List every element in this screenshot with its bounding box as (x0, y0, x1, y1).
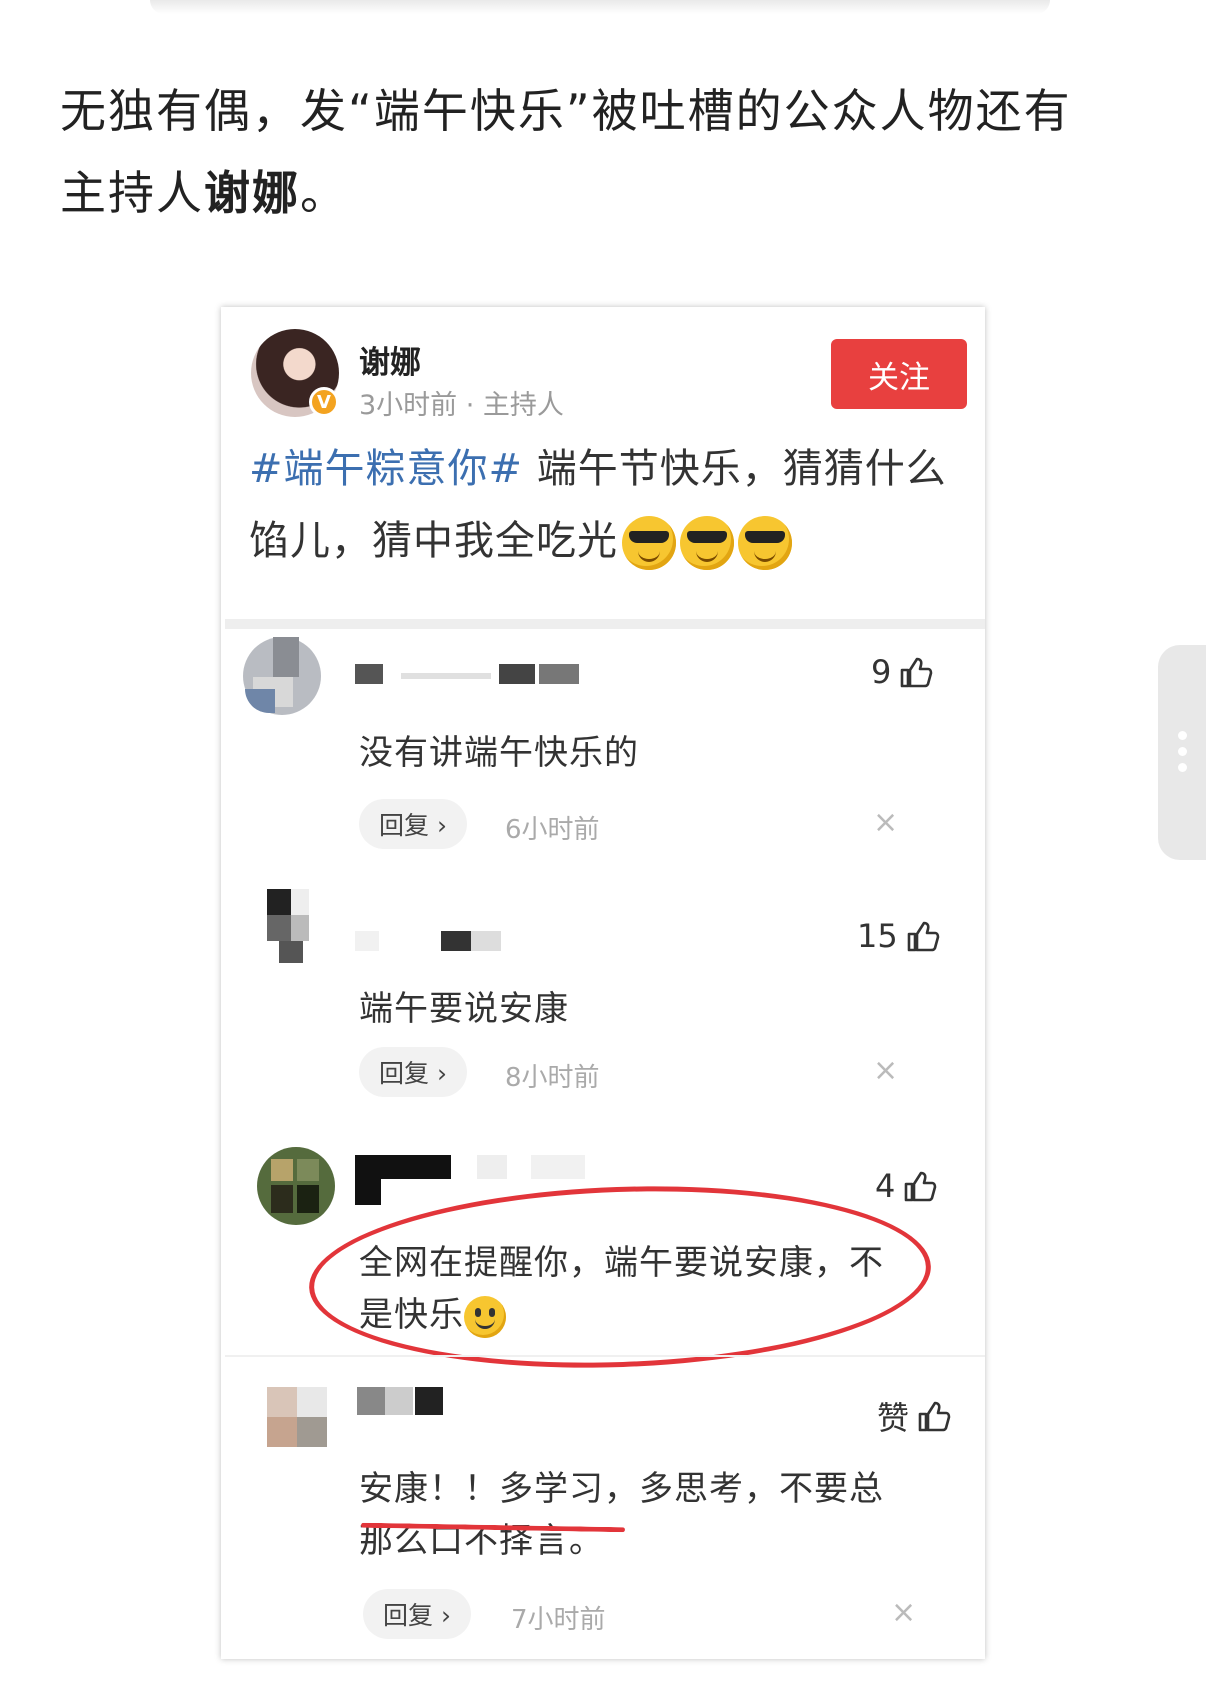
comment-text: 没有讲端午快乐的 (359, 733, 639, 773)
blurred-username (355, 931, 379, 951)
close-icon[interactable]: × (873, 805, 898, 840)
post-meta: 3小时前 · 主持人 (359, 390, 564, 421)
blurred-username (385, 1387, 413, 1415)
comment-text: 端午要说安康 (359, 989, 569, 1029)
blurred-username (355, 1179, 381, 1205)
commenter-avatar[interactable] (259, 889, 337, 967)
more-dots-icon (1178, 731, 1187, 740)
reply-button[interactable]: 回复 › (359, 799, 467, 849)
blurred-username (401, 673, 491, 679)
hashtag-link[interactable]: #端午粽意你# (249, 446, 523, 492)
blurred-username (357, 1387, 385, 1415)
thumbs-up-icon (903, 1170, 937, 1202)
thumbs-up-icon (906, 920, 940, 952)
verified-badge-icon: V (309, 387, 339, 417)
blurred-username (441, 931, 471, 951)
cool-emoji-icon (622, 516, 676, 570)
close-icon[interactable]: × (873, 1053, 898, 1088)
like-count: 9 (871, 653, 892, 691)
cool-emoji-icon (680, 516, 734, 570)
article-line-1: 无独有偶，发“端午快乐”被吐槽的公众人物还有 (60, 84, 1072, 138)
like-count: 4 (875, 1167, 896, 1205)
like-button[interactable]: 9 (871, 653, 933, 691)
author-name[interactable]: 谢娜 (359, 337, 421, 382)
article-paragraph: 无独有偶，发“端午快乐”被吐槽的公众人物还有 主持人谢娜。 (60, 70, 1150, 234)
comment-item: 9 没有讲端午快乐的 回复 › 6小时前 × (221, 629, 985, 879)
follow-button[interactable]: 关注 (831, 339, 967, 409)
article-line-2: 主持人谢娜。 (60, 166, 348, 220)
thumbs-up-icon (899, 656, 933, 688)
commenter-avatar[interactable] (267, 1387, 345, 1465)
highlight-name: 谢娜 (204, 166, 300, 220)
like-label: 赞 (877, 1399, 910, 1437)
reply-button[interactable]: 回复 › (359, 1047, 467, 1097)
embedded-weibo-screenshot: V 谢娜 3小时前 · 主持人 关注 #端午粽意你# 端午节快乐，猜猜什么馅儿，… (221, 307, 985, 1659)
reply-button[interactable]: 回复 › (363, 1589, 471, 1639)
blurred-username (477, 1155, 507, 1179)
blurred-username (355, 664, 383, 684)
blurred-username (415, 1387, 443, 1415)
side-menu-handle[interactable] (1158, 645, 1206, 860)
comment-item: 赞 安康！！多学习，多思考，不要总 那么口不择言。 回复 › 7小时前 × (221, 1357, 985, 1659)
blurred-username (539, 664, 579, 684)
cool-emoji-icon (738, 516, 792, 570)
comment-text: 安康！！多学习，多思考，不要总 那么口不择言。 (359, 1469, 884, 1561)
post-body: #端午粽意你# 端午节快乐，猜猜什么馅儿，猜中我全吃光 (249, 433, 949, 577)
like-button[interactable]: 赞 (877, 1393, 951, 1439)
blurred-username (531, 1155, 585, 1179)
post-header: V 谢娜 3小时前 · 主持人 关注 #端午粽意你# 端午节快乐，猜猜什么馅儿，… (221, 307, 985, 607)
top-edge-shadow (150, 0, 1050, 14)
commenter-avatar[interactable] (257, 1147, 335, 1225)
blurred-username (499, 664, 535, 684)
comment-time: 8小时前 (505, 1063, 600, 1093)
commenter-avatar[interactable] (243, 637, 321, 715)
thumbs-up-icon (917, 1400, 951, 1432)
close-icon[interactable]: × (891, 1595, 916, 1630)
comment-item: 15 端午要说安康 回复 › 8小时前 × (221, 879, 985, 1117)
blurred-username (355, 1155, 451, 1179)
more-dots-icon (1178, 763, 1187, 772)
like-button[interactable]: 4 (875, 1167, 937, 1205)
comment-time: 7小时前 (511, 1605, 606, 1635)
like-button[interactable]: 15 (857, 917, 940, 955)
comment-time: 6小时前 (505, 815, 600, 845)
section-divider (225, 619, 985, 629)
more-dots-icon (1178, 747, 1187, 756)
blurred-username (471, 931, 501, 951)
like-count: 15 (857, 917, 898, 955)
